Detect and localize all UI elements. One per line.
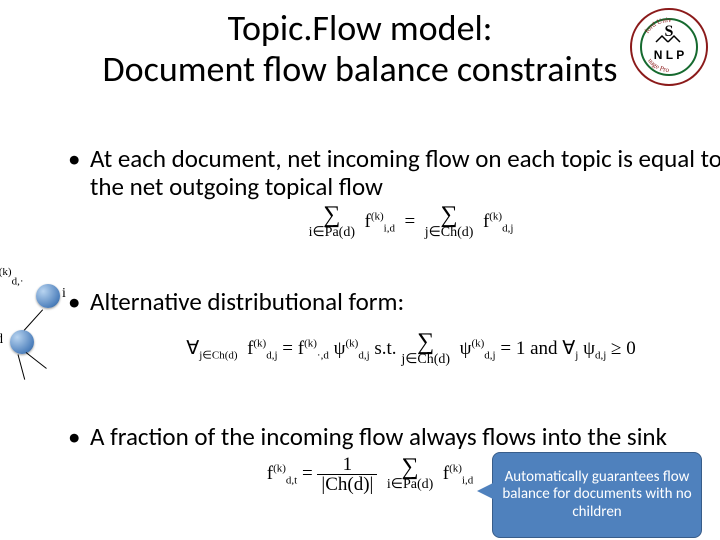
equation-1: ∑i∈Pa(d) f(k)i,d = ∑j∈Ch(d) f(k)d,j: [90, 205, 720, 240]
edge-i-d: [24, 309, 43, 330]
slide: { "title_l1": "Topic.Flow model:", "titl…: [0, 0, 720, 540]
callout-box: Automatically guarantees flow balance fo…: [492, 452, 702, 538]
slide-title: Topic.Flow model: Document flow balance …: [0, 8, 720, 91]
equation-2: ∀j∈Ch(d) f(k)d,j = f(k)·,d ψ(k)d,j s.t. …: [90, 332, 720, 367]
bullet-2-text: Alternative distributional form:: [90, 286, 404, 317]
title-line-2: Document flow balance constraints: [103, 47, 618, 91]
bullet-1-text: At each document, net incoming flow on e…: [90, 143, 720, 202]
node-i-label: i: [62, 286, 66, 302]
bullet-2: Alternative distributional form: ∀j∈Ch(d…: [68, 288, 720, 367]
psi-label: ψ(k)d,·: [0, 266, 24, 287]
bullet-1: At each document, net incoming flow on e…: [68, 145, 720, 240]
node-i: [36, 284, 60, 308]
svg-text:N L P: N L P: [654, 48, 684, 62]
callout-text: Automatically guarantees flow balance fo…: [497, 469, 697, 521]
stanford-nlp-logo: ford Univ uage Pro S N L P: [628, 6, 710, 88]
edge-d-out2: [18, 354, 26, 379]
node-d-label: d: [0, 332, 3, 348]
title-line-1: Topic.Flow model:: [228, 6, 493, 50]
bullet-3-text: A fraction of the incoming flow always f…: [90, 421, 667, 452]
flow-diagram: ψ(k)d,· i d: [4, 284, 70, 374]
edge-d-out1: [26, 352, 47, 369]
bullet-list: At each document, net incoming flow on e…: [28, 145, 720, 504]
node-d: [10, 330, 34, 354]
